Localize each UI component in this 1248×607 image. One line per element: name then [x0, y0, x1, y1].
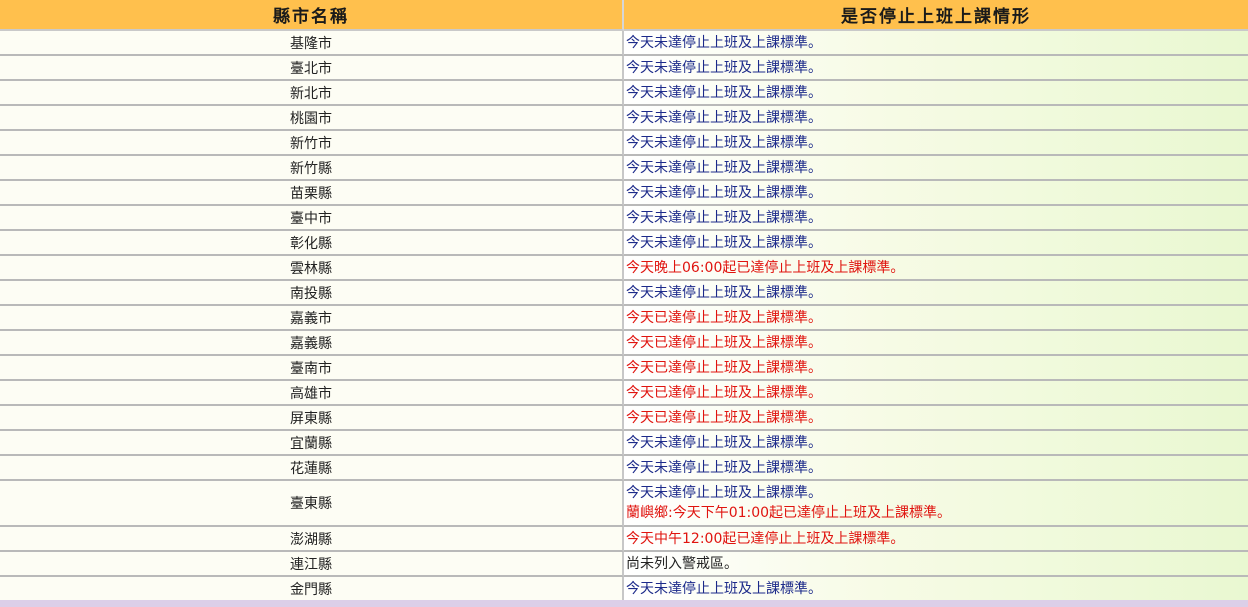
- county-name-cell: 雲林縣: [0, 256, 624, 281]
- status-text: 今天未達停止上班及上課標準。: [626, 59, 822, 76]
- status-cell: 今天未達停止上班及上課標準。: [624, 31, 1248, 56]
- table-row: 新北市 今天未達停止上班及上課標準。: [0, 81, 1248, 106]
- table-row: 嘉義縣 今天已達停止上班及上課標準。: [0, 331, 1248, 356]
- table-row: 新竹市 今天未達停止上班及上課標準。: [0, 131, 1248, 156]
- county-name-cell: 嘉義縣: [0, 331, 624, 356]
- county-name-cell: 桃園市: [0, 106, 624, 131]
- table-row: 金門縣 今天未達停止上班及上課標準。: [0, 577, 1248, 602]
- status-cell: 今天未達停止上班及上課標準。: [624, 456, 1248, 481]
- county-name-cell: 臺東縣: [0, 481, 624, 527]
- county-name-cell: 金門縣: [0, 577, 624, 602]
- status-cell: 今天未達停止上班及上課標準。: [624, 131, 1248, 156]
- status-text: 今天未達停止上班及上課標準。: [626, 209, 822, 226]
- status-cell: 尚未列入警戒區。: [624, 552, 1248, 577]
- status-text: 今天已達停止上班及上課標準。: [626, 384, 822, 401]
- status-cell: 今天已達停止上班及上課標準。: [624, 406, 1248, 431]
- table-row: 基隆市 今天未達停止上班及上課標準。: [0, 31, 1248, 56]
- county-name-cell: 彰化縣: [0, 231, 624, 256]
- status-cell: 今天未達停止上班及上課標準。: [624, 281, 1248, 306]
- county-name-cell: 連江縣: [0, 552, 624, 577]
- status-text: 尚未列入警戒區。: [626, 555, 738, 572]
- table-row: 苗栗縣 今天未達停止上班及上課標準。: [0, 181, 1248, 206]
- county-name-cell: 嘉義市: [0, 306, 624, 331]
- status-cell: 今天已達停止上班及上課標準。: [624, 331, 1248, 356]
- county-name-cell: 臺北市: [0, 56, 624, 81]
- status-cell: 今天未達停止上班及上課標準。: [624, 181, 1248, 206]
- status-text: 今天未達停止上班及上課標準。: [626, 34, 822, 51]
- header-row: 縣市名稱 是否停止上班上課情形: [0, 0, 1248, 31]
- status-text: 今天未達停止上班及上課標準。: [626, 459, 822, 476]
- table-row: 宜蘭縣 今天未達停止上班及上課標準。: [0, 431, 1248, 456]
- county-name-cell: 新竹市: [0, 131, 624, 156]
- table-row: 臺南市 今天已達停止上班及上課標準。: [0, 356, 1248, 381]
- status-cell: 今天未達停止上班及上課標準。: [624, 81, 1248, 106]
- status-cell: 今天晚上06:00起已達停止上班及上課標準。: [624, 256, 1248, 281]
- county-name-cell: 苗栗縣: [0, 181, 624, 206]
- status-text: 今天未達停止上班及上課標準。: [626, 234, 822, 251]
- status-cell: 今天未達停止上班及上課標準。: [624, 431, 1248, 456]
- status-cell: 今天已達停止上班及上課標準。: [624, 381, 1248, 406]
- county-name-cell: 高雄市: [0, 381, 624, 406]
- table-row: 雲林縣 今天晚上06:00起已達停止上班及上課標準。: [0, 256, 1248, 281]
- status-text: 今天未達停止上班及上課標準。: [626, 84, 822, 101]
- status-text: 今天未達停止上班及上課標準。: [626, 580, 822, 597]
- table-row: 澎湖縣 今天中午12:00起已達停止上班及上課標準。: [0, 527, 1248, 552]
- table-row: 嘉義市 今天已達停止上班及上課標準。: [0, 306, 1248, 331]
- table-row: 臺北市 今天未達停止上班及上課標準。: [0, 56, 1248, 81]
- county-name-cell: 南投縣: [0, 281, 624, 306]
- status-text: 今天未達停止上班及上課標準。: [626, 184, 822, 201]
- status-cell: 今天未達停止上班及上課標準。: [624, 56, 1248, 81]
- status-text: 今天未達停止上班及上課標準。: [626, 134, 822, 151]
- table-row: 高雄市 今天已達停止上班及上課標準。: [0, 381, 1248, 406]
- status-cell: 今天中午12:00起已達停止上班及上課標準。: [624, 527, 1248, 552]
- table-row: 連江縣 尚未列入警戒區。: [0, 552, 1248, 577]
- county-name-cell: 基隆市: [0, 31, 624, 56]
- closure-status-table: 縣市名稱 是否停止上班上課情形 基隆市 今天未達停止上班及上課標準。 臺北市 今天未達…: [0, 0, 1248, 602]
- table-row: 彰化縣 今天未達停止上班及上課標準。: [0, 231, 1248, 256]
- status-cell: 今天未達停止上班及上課標準。: [624, 106, 1248, 131]
- status-text: 今天晚上06:00起已達停止上班及上課標準。: [626, 259, 905, 276]
- county-name-cell: 新北市: [0, 81, 624, 106]
- status-text: 今天中午12:00起已達停止上班及上課標準。: [626, 530, 905, 547]
- status-cell: 今天未達停止上班及上課標準。: [624, 231, 1248, 256]
- county-name-cell: 澎湖縣: [0, 527, 624, 552]
- status-cell: 今天未達停止上班及上課標準。: [624, 206, 1248, 231]
- status-cell: 今天已達停止上班及上課標準。: [624, 306, 1248, 331]
- status-text: 今天已達停止上班及上課標準。: [626, 409, 822, 426]
- status-cell: 今天未達停止上班及上課標準。: [624, 577, 1248, 602]
- county-name-cell: 新竹縣: [0, 156, 624, 181]
- status-text: 今天已達停止上班及上課標準。: [626, 359, 822, 376]
- table-row: 臺中市 今天未達停止上班及上課標準。: [0, 206, 1248, 231]
- table-row: 花蓮縣 今天未達停止上班及上課標準。: [0, 456, 1248, 481]
- status-text: 蘭嶼鄉:今天下午01:00起已達停止上班及上課標準。: [626, 505, 952, 521]
- county-name-cell: 臺中市: [0, 206, 624, 231]
- status-text: 今天已達停止上班及上課標準。: [626, 309, 822, 326]
- footer-bar: [0, 600, 1248, 607]
- table-row: 桃園市 今天未達停止上班及上課標準。: [0, 106, 1248, 131]
- status-cell: 今天已達停止上班及上課標準。: [624, 356, 1248, 381]
- status-cell: 今天未達停止上班及上課標準。: [624, 156, 1248, 181]
- status-text: 今天已達停止上班及上課標準。: [626, 334, 822, 351]
- county-name-cell: 花蓮縣: [0, 456, 624, 481]
- status-cell: 今天未達停止上班及上課標準。蘭嶼鄉:今天下午01:00起已達停止上班及上課標準。: [624, 481, 1248, 527]
- status-column-header: 是否停止上班上課情形: [624, 0, 1248, 31]
- status-text: 今天未達停止上班及上課標準。: [626, 434, 822, 451]
- county-column-header: 縣市名稱: [0, 0, 624, 31]
- county-name-cell: 臺南市: [0, 356, 624, 381]
- status-text: 今天未達停止上班及上課標準。: [626, 284, 822, 301]
- table-row: 屏東縣 今天已達停止上班及上課標準。: [0, 406, 1248, 431]
- county-name-cell: 屏東縣: [0, 406, 624, 431]
- status-text: 今天未達停止上班及上課標準。: [626, 159, 822, 176]
- table-row: 南投縣 今天未達停止上班及上課標準。: [0, 281, 1248, 306]
- status-text: 今天未達停止上班及上課標準。: [626, 109, 822, 126]
- county-name-cell: 宜蘭縣: [0, 431, 624, 456]
- status-text: 今天未達停止上班及上課標準。: [626, 485, 822, 501]
- table-body: 基隆市 今天未達停止上班及上課標準。 臺北市 今天未達停止上班及上課標準。 新北市 今天未…: [0, 31, 1248, 602]
- table-row: 臺東縣 今天未達停止上班及上課標準。蘭嶼鄉:今天下午01:00起已達停止上班及上課…: [0, 481, 1248, 527]
- table-row: 新竹縣 今天未達停止上班及上課標準。: [0, 156, 1248, 181]
